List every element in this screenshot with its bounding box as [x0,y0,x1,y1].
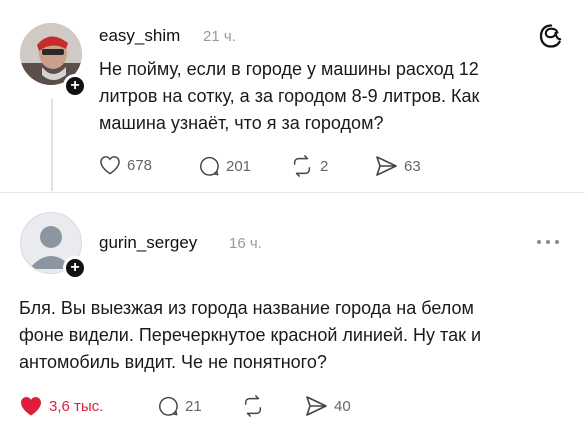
post-text-line: Бля. Вы выезжая из города название город… [19,298,474,318]
repost-icon [293,155,311,177]
heart-filled-icon [21,397,41,416]
like-count: 678 [127,156,153,174]
username[interactable]: easy_shim [99,26,180,46]
username[interactable]: gurin_sergey [99,233,197,253]
repost-icon [244,395,262,417]
like-button[interactable]: 3,6 тыс. [19,395,103,417]
post-text-line: машина узнаёт, что я за городом? [99,113,384,133]
repost-button[interactable]: 2 [290,155,328,177]
share-icon [376,156,397,176]
comment-button[interactable]: 21 [157,395,202,417]
post-text: Бля. Вы выезжая из города название город… [19,295,481,376]
follow-plus-icon[interactable]: + [63,74,87,98]
share-icon [306,396,327,416]
post-divider [0,192,585,193]
post-text: Не пойму, если в городе у машины расход … [99,56,479,137]
share-count: 40 [334,397,351,415]
post-text-line: литров на сотку, а за городом 8-9 литров… [99,86,480,106]
threads-logo-icon[interactable] [538,23,564,54]
like-button[interactable]: 678 [99,155,152,175]
share-button[interactable]: 63 [374,155,421,177]
comment-count: 21 [185,397,202,415]
thread-line [51,99,53,191]
share-count: 63 [404,157,421,175]
like-count: 3,6 тыс. [49,397,104,415]
repost-button[interactable] [241,395,265,417]
comment-count: 201 [226,157,252,175]
comment-icon [159,396,178,416]
post-text-line: антомобиль видит. Че не понятного? [19,352,327,372]
heart-icon [100,156,120,175]
post-time: 16 ч. [229,235,262,252]
share-button[interactable]: 40 [304,395,351,417]
post-text-line: Не пойму, если в городе у машины расход … [99,59,479,79]
post-text-line: фоне видели. Перечеркнутое красной линие… [19,325,482,345]
comment-button[interactable]: 201 [198,155,251,177]
post-time: 21 ч. [203,28,236,45]
repost-count: 2 [320,157,329,175]
more-icon[interactable] [536,233,560,251]
comment-icon [200,156,219,176]
follow-plus-icon[interactable]: + [63,256,87,280]
